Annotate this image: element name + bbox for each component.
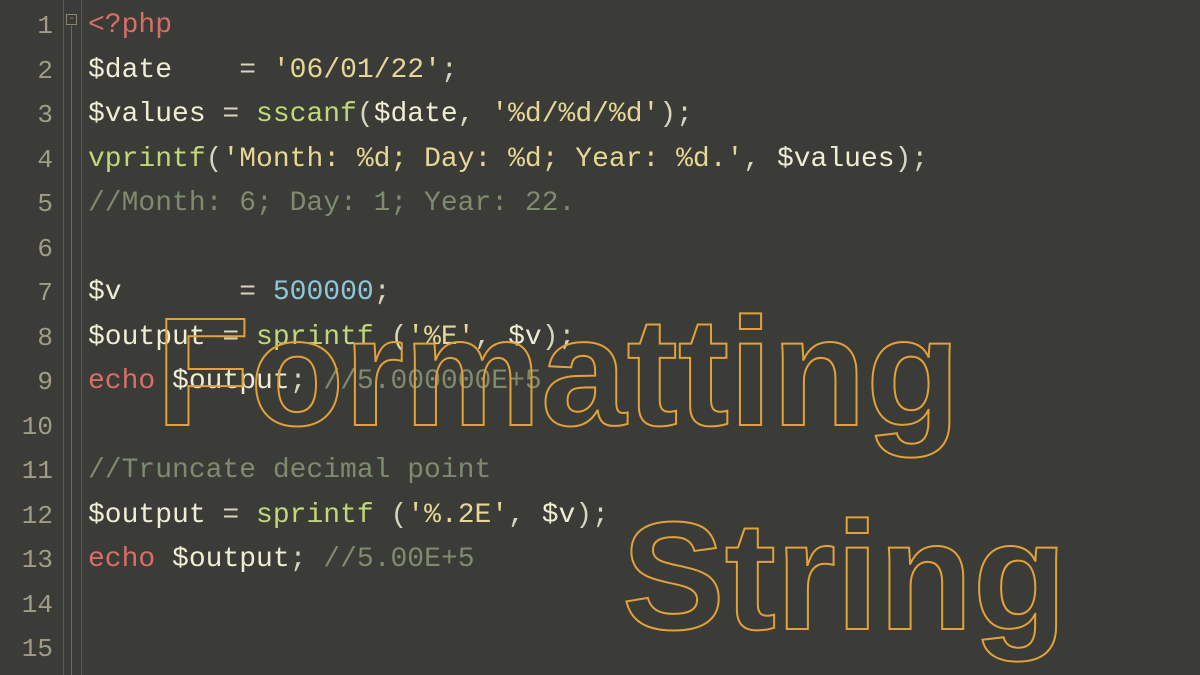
line-number: 5 bbox=[0, 182, 63, 227]
token-comma: , bbox=[508, 500, 542, 531]
token-paren: ( bbox=[206, 144, 223, 175]
token-space bbox=[155, 366, 172, 397]
line-number: 4 bbox=[0, 138, 63, 183]
line-number-gutter: 1 2 3 4 5 6 7 8 9 10 11 12 13 14 15 bbox=[0, 0, 64, 675]
line-number: 2 bbox=[0, 49, 63, 94]
token-keyword: echo bbox=[88, 544, 155, 575]
token-space bbox=[374, 500, 391, 531]
code-line: echo $output; //5.000000E+5 bbox=[88, 360, 1200, 405]
token-function: vprintf bbox=[88, 144, 206, 175]
token-space bbox=[155, 544, 172, 575]
code-line-empty bbox=[88, 227, 1200, 272]
fold-guide-line bbox=[71, 26, 72, 675]
token-comma: , bbox=[743, 144, 777, 175]
fold-toggle-icon[interactable]: - bbox=[66, 14, 77, 25]
token-assign: = bbox=[206, 500, 256, 531]
code-line: $date = '06/01/22'; bbox=[88, 49, 1200, 94]
token-number: 500000 bbox=[273, 277, 374, 308]
token-paren: ( bbox=[390, 322, 407, 353]
token-string: '%E' bbox=[407, 322, 474, 353]
token-assign: = bbox=[222, 277, 272, 308]
token-variable: $output bbox=[88, 500, 206, 531]
token-variable: $output bbox=[172, 366, 290, 397]
code-line: $output = sprintf ('%.2E', $v); bbox=[88, 494, 1200, 539]
line-number: 8 bbox=[0, 316, 63, 361]
token-space bbox=[306, 544, 323, 575]
token-variable: $date bbox=[374, 99, 458, 130]
line-number: 7 bbox=[0, 271, 63, 316]
token-comma: , bbox=[458, 99, 492, 130]
token-comment: //Truncate decimal point bbox=[88, 455, 491, 486]
token-variable: $output bbox=[88, 322, 206, 353]
token-semicolon: ; bbox=[441, 55, 458, 86]
token-assign: = bbox=[206, 99, 256, 130]
token-string: '%.2E' bbox=[407, 500, 508, 531]
token-keyword: echo bbox=[88, 366, 155, 397]
token-variable: $v bbox=[542, 500, 576, 531]
fold-column: - bbox=[64, 0, 82, 675]
token-semicolon: ; bbox=[290, 366, 307, 397]
token-paren: ( bbox=[357, 99, 374, 130]
token-comment: //5.000000E+5 bbox=[323, 366, 541, 397]
code-line-empty bbox=[88, 627, 1200, 672]
token-semicolon: ; bbox=[290, 544, 307, 575]
token-variable: $output bbox=[172, 544, 290, 575]
code-line: $output = sprintf ('%E', $v); bbox=[88, 316, 1200, 361]
token-paren: ); bbox=[659, 99, 693, 130]
token-paren: ( bbox=[390, 500, 407, 531]
token-space bbox=[306, 366, 323, 397]
line-number: 15 bbox=[0, 627, 63, 672]
code-area[interactable]: <?php $date = '06/01/22'; $values = ssca… bbox=[82, 0, 1200, 675]
token-variable: $v bbox=[508, 322, 542, 353]
code-line: //Month: 6; Day: 1; Year: 22. bbox=[88, 182, 1200, 227]
php-open-tag: <?php bbox=[88, 10, 172, 41]
token-space bbox=[374, 322, 391, 353]
token-string: '06/01/22' bbox=[273, 55, 441, 86]
line-number: 13 bbox=[0, 538, 63, 583]
line-number: 6 bbox=[0, 227, 63, 272]
token-assign: = bbox=[222, 55, 272, 86]
code-line: echo $output; //5.00E+5 bbox=[88, 538, 1200, 583]
line-number: 1 bbox=[0, 4, 63, 49]
token-space bbox=[122, 277, 223, 308]
line-number: 9 bbox=[0, 360, 63, 405]
token-variable: $values bbox=[777, 144, 895, 175]
token-comment: //5.00E+5 bbox=[323, 544, 474, 575]
code-line: <?php bbox=[88, 4, 1200, 49]
token-assign: = bbox=[206, 322, 256, 353]
token-paren: ); bbox=[542, 322, 576, 353]
token-string: 'Month: %d; Day: %d; Year: %d.' bbox=[222, 144, 743, 175]
token-variable: $values bbox=[88, 99, 206, 130]
token-function: sprintf bbox=[256, 500, 374, 531]
token-variable: $v bbox=[88, 277, 122, 308]
line-number: 10 bbox=[0, 405, 63, 450]
code-line: $values = sscanf($date, '%d/%d/%d'); bbox=[88, 93, 1200, 138]
token-semicolon: ; bbox=[374, 277, 391, 308]
line-number: 14 bbox=[0, 583, 63, 628]
code-line: $v = 500000; bbox=[88, 271, 1200, 316]
token-paren: ); bbox=[575, 500, 609, 531]
line-number: 3 bbox=[0, 93, 63, 138]
code-line-empty bbox=[88, 405, 1200, 450]
token-function: sprintf bbox=[256, 322, 374, 353]
line-number: 12 bbox=[0, 494, 63, 539]
token-paren: ); bbox=[895, 144, 929, 175]
code-line-empty bbox=[88, 583, 1200, 628]
code-line: //Truncate decimal point bbox=[88, 449, 1200, 494]
code-line: vprintf('Month: %d; Day: %d; Year: %d.',… bbox=[88, 138, 1200, 183]
token-comma: , bbox=[475, 322, 509, 353]
code-editor[interactable]: 1 2 3 4 5 6 7 8 9 10 11 12 13 14 15 - <?… bbox=[0, 0, 1200, 675]
token-space bbox=[172, 55, 222, 86]
token-string: '%d/%d/%d' bbox=[491, 99, 659, 130]
token-function: sscanf bbox=[256, 99, 357, 130]
token-comment: //Month: 6; Day: 1; Year: 22. bbox=[88, 188, 575, 219]
token-variable: $date bbox=[88, 55, 172, 86]
line-number: 11 bbox=[0, 449, 63, 494]
